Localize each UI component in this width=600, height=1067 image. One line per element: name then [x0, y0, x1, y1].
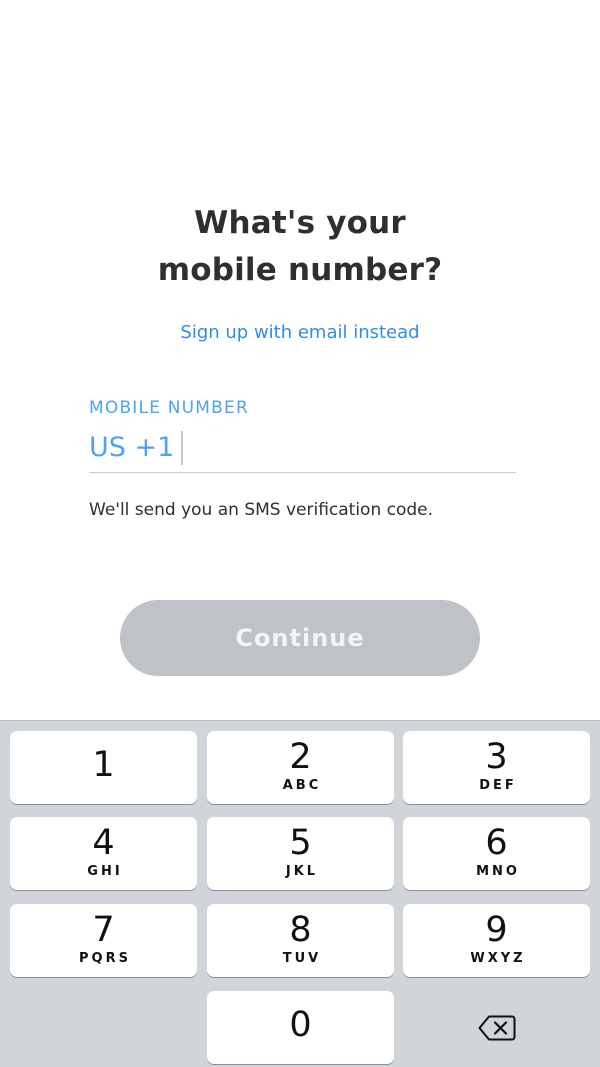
key-digit: 4	[92, 823, 115, 863]
key-8[interactable]: 8 TUV	[207, 904, 394, 977]
email-signup-link[interactable]: Sign up with email instead	[0, 322, 600, 343]
key-letters: GHI	[87, 864, 123, 879]
key-7[interactable]: 7 PQRS	[10, 904, 197, 977]
key-letters: ABC	[282, 778, 322, 793]
key-letters: PQRS	[79, 951, 131, 966]
country-code-selector[interactable]: US +1	[89, 430, 174, 466]
continue-button[interactable]: Continue	[120, 600, 480, 676]
sms-helper-text: We'll send you an SMS verification code.	[89, 500, 434, 520]
key-5[interactable]: 5 JKL	[207, 817, 394, 890]
key-6[interactable]: 6 MNO	[403, 817, 590, 890]
key-letters: TUV	[282, 951, 322, 966]
key-digit: 3	[485, 737, 508, 777]
key-digit: 6	[485, 823, 508, 863]
key-9[interactable]: 9 WXYZ	[403, 904, 590, 977]
key-digit: 8	[289, 910, 312, 950]
backspace-button[interactable]	[403, 991, 590, 1064]
key-digit: 5	[289, 823, 312, 863]
text-cursor	[181, 431, 184, 465]
key-letters: JKL	[285, 864, 319, 879]
key-letters: DEF	[479, 778, 517, 793]
page-title-line-2: mobile number?	[157, 252, 443, 288]
mobile-number-label: MOBILE NUMBER	[89, 398, 249, 418]
key-digit: 9	[485, 910, 508, 950]
key-digit: 2	[289, 737, 312, 777]
key-0[interactable]: 0	[207, 991, 394, 1064]
key-digit: 1	[92, 745, 115, 785]
key-digit: 7	[92, 910, 115, 950]
key-letters: MNO	[476, 864, 520, 879]
numeric-keypad: 1 2 ABC 3 DEF 4 GHI 5 JKL 6 MNO 7 PQRS 8…	[0, 720, 600, 1067]
signup-phone-screen: What's your mobile number? Sign up with …	[0, 0, 600, 1067]
key-digit: 0	[289, 1005, 312, 1045]
key-1[interactable]: 1	[10, 731, 197, 804]
key-3[interactable]: 3 DEF	[403, 731, 590, 804]
mobile-number-field: MOBILE NUMBER US +1	[89, 398, 516, 473]
backspace-icon	[478, 1015, 515, 1040]
mobile-number-input[interactable]: US +1	[89, 430, 516, 473]
key-2[interactable]: 2 ABC	[207, 731, 394, 804]
page-title-line-1: What's your	[194, 205, 406, 241]
key-4[interactable]: 4 GHI	[10, 817, 197, 890]
page-title: What's your mobile number?	[0, 200, 600, 294]
key-letters: WXYZ	[470, 951, 526, 966]
